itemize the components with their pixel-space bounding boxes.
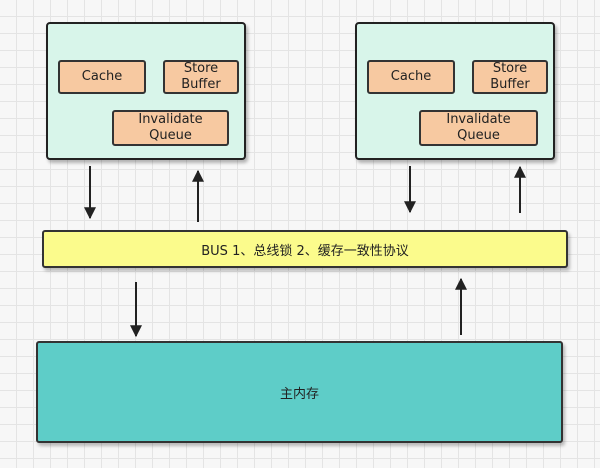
arrows [84,165,526,338]
